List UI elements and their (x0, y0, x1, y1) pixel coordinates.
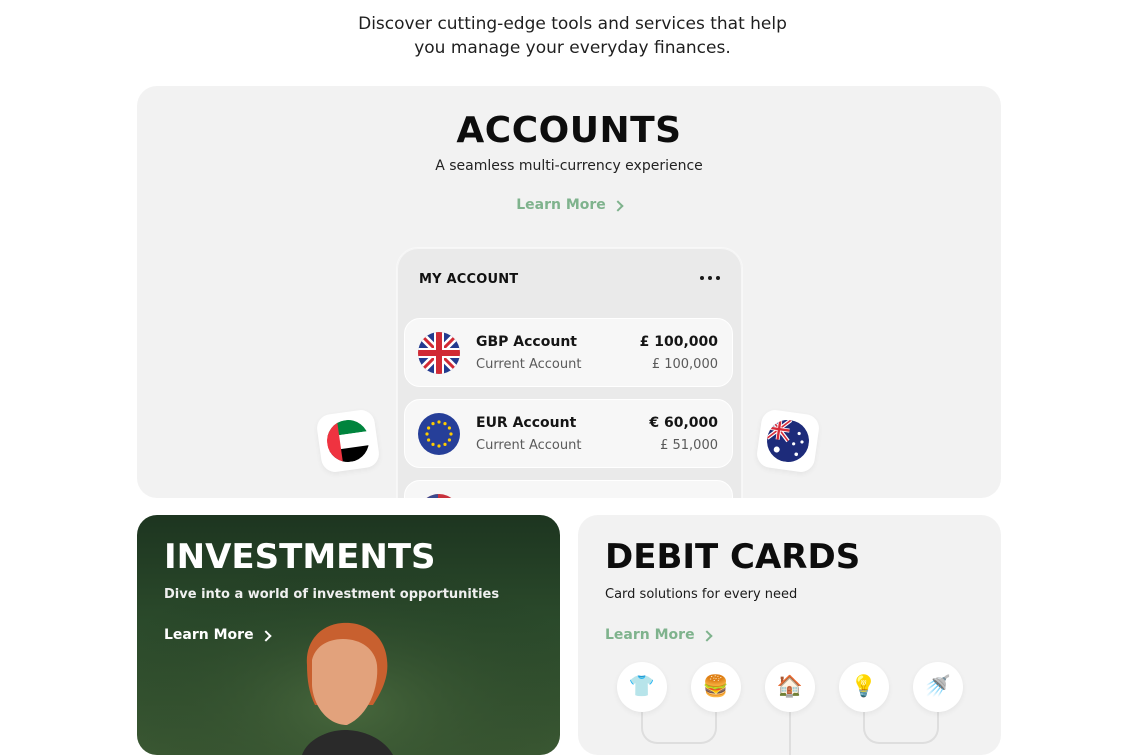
investments-card: INVESTMENTS Dive into a world of investm… (137, 515, 560, 755)
account-row-gbp[interactable]: GBP Account Current Account £ 100,000 £ … (404, 318, 733, 387)
intro-line-1: Discover cutting-edge tools and services… (358, 14, 787, 34)
eu-flag-icon (418, 413, 460, 455)
account-converted-balance: £ 51,000 (660, 438, 718, 453)
learn-more-label: Learn More (605, 627, 695, 643)
account-converted-balance: £ 100,000 (651, 357, 718, 372)
uae-flag-tile (315, 408, 381, 474)
australia-flag-icon (764, 417, 812, 465)
debit-cards-title: DEBIT CARDS (605, 537, 861, 577)
intro-text: Discover cutting-edge tools and services… (0, 12, 1145, 60)
debit-cards-learn-more-link[interactable]: Learn More (605, 627, 713, 643)
account-balance: € 60,000 (649, 415, 718, 431)
burger-icon: 🍔 (691, 662, 741, 712)
shower-icon: 🚿 (913, 662, 963, 712)
house-icon: 🏠 (765, 662, 815, 712)
accounts-title: ACCOUNTS (456, 110, 682, 151)
connector-line (789, 712, 791, 755)
chevron-right-icon (612, 199, 624, 212)
us-flag-icon (418, 494, 460, 498)
account-balance: £ 100,000 (639, 334, 718, 350)
accounts-card: ACCOUNTS A seamless multi-currency exper… (137, 86, 1001, 498)
connector-line (863, 712, 939, 744)
investments-subtitle: Dive into a world of investment opportun… (164, 587, 500, 602)
learn-more-label: Learn More (164, 627, 254, 643)
accounts-subtitle: A seamless multi-currency experience (435, 158, 703, 174)
my-account-title: MY ACCOUNT (419, 272, 519, 287)
accounts-learn-more-link[interactable]: Learn More (516, 197, 624, 213)
shirt-icon: 👕 (617, 662, 667, 712)
lightbulb-icon: 💡 (839, 662, 889, 712)
account-type: Current Account (476, 357, 582, 372)
chevron-right-icon (259, 629, 272, 642)
investments-title: INVESTMENTS (164, 537, 436, 577)
learn-more-label: Learn More (516, 197, 606, 213)
investments-learn-more-link[interactable]: Learn More (164, 627, 272, 643)
debit-cards-subtitle: Card solutions for every need (605, 587, 798, 602)
account-name: GBP Account (476, 334, 577, 350)
debit-cards-card: DEBIT CARDS Card solutions for every nee… (578, 515, 1001, 755)
account-row-partial[interactable] (404, 480, 733, 498)
my-account-panel: MY ACCOUNT GBP Account Current Account £… (396, 247, 743, 498)
uae-flag-icon (324, 417, 372, 465)
uk-flag-icon (418, 332, 460, 374)
intro-line-2: you manage your everyday finances. (414, 38, 731, 58)
more-horizontal-icon[interactable] (700, 276, 720, 280)
australia-flag-tile (755, 408, 821, 474)
account-name: EUR Account (476, 415, 577, 431)
chevron-right-icon (700, 629, 713, 642)
connector-line (641, 712, 717, 744)
account-type: Current Account (476, 438, 582, 453)
account-row-eur[interactable]: EUR Account Current Account € 60,000 £ 5… (404, 399, 733, 468)
